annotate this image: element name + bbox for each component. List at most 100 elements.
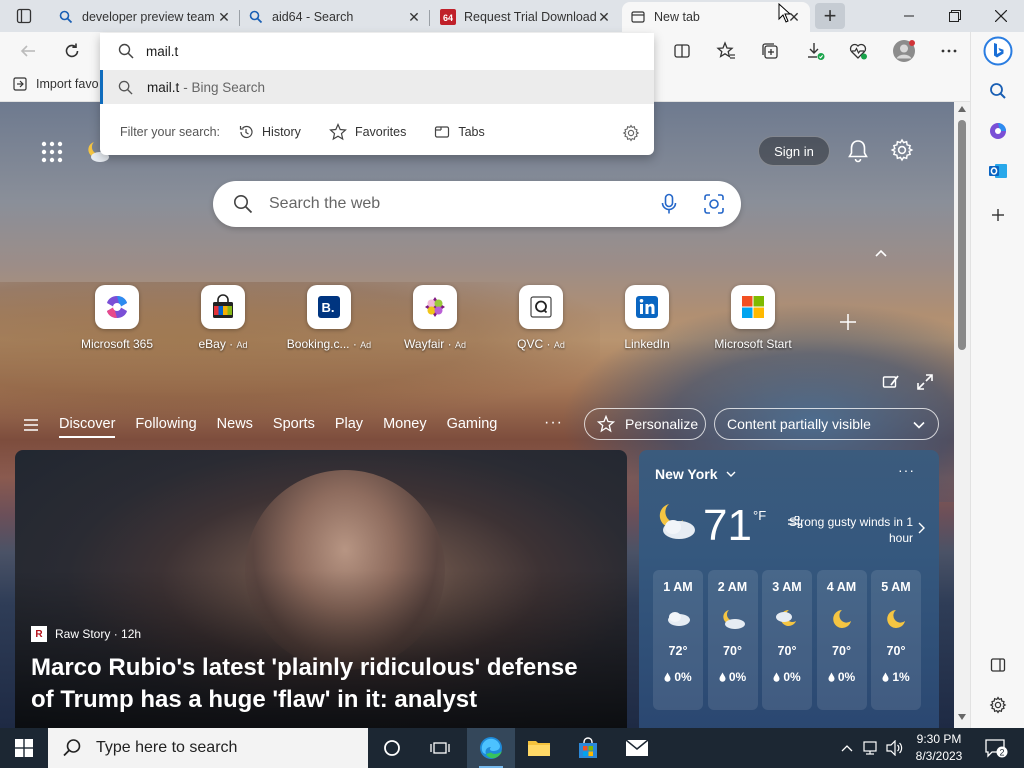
voice-search-button[interactable] [659,193,679,218]
quicklink-label: Microsoft 365 [80,337,154,351]
browser-essentials-button[interactable] [843,36,873,66]
hour-temp: 70° [832,644,851,658]
app-launcher-button[interactable] [40,140,64,164]
close-window-button[interactable] [978,0,1024,32]
quicklink-linkedin[interactable]: LinkedIn [594,285,700,351]
close-tab-button[interactable]: ✕ [596,9,612,25]
hide-sidebar-button[interactable] [983,650,1013,680]
taskbar-edge-button[interactable] [467,728,515,768]
close-tab-button[interactable]: ✕ [216,9,232,25]
tab-discover[interactable]: Discover [59,416,116,438]
downloads-button[interactable] [800,36,830,66]
scrollbar-thumb[interactable] [958,120,966,350]
hourly-item[interactable]: 5 AM 70° 1% [871,570,921,710]
tab-sports[interactable]: Sports [273,416,315,438]
tab-play[interactable]: Play [335,416,363,438]
filter-favorites-button[interactable]: Favorites [329,123,406,141]
taskbar-clock[interactable]: 9:30 PM 8/3/2023 [910,731,968,765]
collections-button[interactable] [755,36,785,66]
tab-following[interactable]: Following [135,416,196,438]
tab-news[interactable]: News [217,416,253,438]
web-search-input[interactable] [269,195,649,213]
chevron-right-icon[interactable] [917,522,925,537]
weather-location-selector[interactable]: New York [655,466,736,482]
tab-money[interactable]: Money [383,416,427,438]
new-tab-button[interactable]: + [815,3,845,29]
content-visibility-dropdown[interactable]: Content partially visible [714,408,939,440]
weather-more-button[interactable]: ··· [898,462,915,478]
feed-menu-button[interactable] [24,419,38,434]
refresh-button[interactable] [57,36,87,66]
cortana-button[interactable] [368,728,416,768]
page-scrollbar[interactable] [954,102,970,728]
restore-button[interactable] [932,0,978,32]
import-favorites-button[interactable]: Import favo [12,76,99,92]
collapse-quicklinks-button[interactable] [874,246,888,261]
minimize-button[interactable] [886,0,932,32]
sign-in-button[interactable]: Sign in [758,136,830,166]
profile-button[interactable] [889,36,919,66]
moon-icon [885,608,907,630]
microsoft-logo-icon [731,285,775,329]
hour-time: 2 AM [717,580,748,594]
action-center-button[interactable]: 2 [976,728,1016,768]
search-settings-button[interactable] [622,124,640,145]
weather-alert[interactable]: Strong gusty winds in 1 hour [787,514,913,546]
quicklink-ebay[interactable]: eBay · Ad [170,285,276,351]
quicklink-microsoft-start[interactable]: Microsoft Start [700,285,806,351]
personalize-button[interactable]: Personalize [584,408,706,440]
quicklink-booking[interactable]: B. Booking.c... · Ad [276,285,382,351]
hour-time: 1 AM [663,580,693,594]
address-bar[interactable] [100,33,654,69]
quicklink-microsoft-365[interactable]: Microsoft 365 [64,285,170,351]
quicklink-qvc[interactable]: QVC · Ad [488,285,594,351]
quicklink-wayfair[interactable]: Wayfair · Ad [382,285,488,351]
taskbar-search-box[interactable]: Type here to search [48,728,368,768]
tab-actions-button[interactable] [8,4,40,28]
windows-logo-icon [15,739,33,757]
tab-gaming[interactable]: Gaming [447,416,498,438]
svg-text:B.: B. [322,300,335,315]
more-tabs-button[interactable]: ··· [544,414,563,432]
split-screen-button[interactable] [667,36,697,66]
taskbar-file-explorer-button[interactable] [515,728,563,768]
tab-request-trial[interactable]: 64 Request Trial Download ✕ [432,2,620,32]
page-settings-button[interactable] [890,138,914,165]
add-quicklink-button[interactable] [838,312,858,335]
settings-more-button[interactable] [934,36,964,66]
hourly-item[interactable]: 1 AM 72° 0% [653,570,703,710]
taskbar-store-button[interactable] [564,728,612,768]
sidebar-settings-button[interactable] [983,690,1013,720]
tab-title: Request Trial Download [464,10,596,24]
hourly-item[interactable]: 4 AM 70° 0% [816,570,867,710]
sidebar-search-button[interactable] [983,76,1013,106]
expand-feed-button[interactable] [916,373,934,394]
sidebar-microsoft-365-button[interactable] [983,116,1013,146]
edit-background-button[interactable] [882,373,900,394]
hero-news-card[interactable]: R Raw Story · 12h Marco Rubio's latest '… [15,450,627,728]
tab-developer-preview[interactable]: developer preview team ✕ [50,2,240,32]
suggestion-bing-search[interactable]: mail.t - Bing Search [100,70,654,104]
task-view-button[interactable] [416,728,464,768]
filter-history-button[interactable]: History [238,124,301,140]
start-button[interactable] [0,728,48,768]
hourly-item[interactable]: 2 AM 70° 0% [707,570,758,710]
network-button[interactable] [860,728,882,768]
article-headline[interactable]: Marco Rubio's latest 'plainly ridiculous… [31,652,601,716]
filter-tabs-button[interactable]: Tabs [434,124,485,140]
address-input[interactable] [146,43,626,59]
web-search-box[interactable] [213,181,741,227]
volume-button[interactable] [884,728,906,768]
close-tab-button[interactable]: ✕ [406,9,422,25]
notifications-button[interactable] [846,138,870,167]
back-button[interactable] [13,36,43,66]
taskbar-mail-button[interactable] [613,728,661,768]
visual-search-button[interactable] [703,193,725,218]
tab-aid64-search[interactable]: aid64 - Search ✕ [240,2,430,32]
favorites-button[interactable] [711,36,741,66]
show-hidden-icons-button[interactable] [836,728,858,768]
copilot-button[interactable] [983,36,1013,66]
hourly-item[interactable]: 3 AM 70° 0% [762,570,812,710]
sidebar-outlook-button[interactable] [983,156,1013,186]
sidebar-add-button[interactable] [983,200,1013,230]
